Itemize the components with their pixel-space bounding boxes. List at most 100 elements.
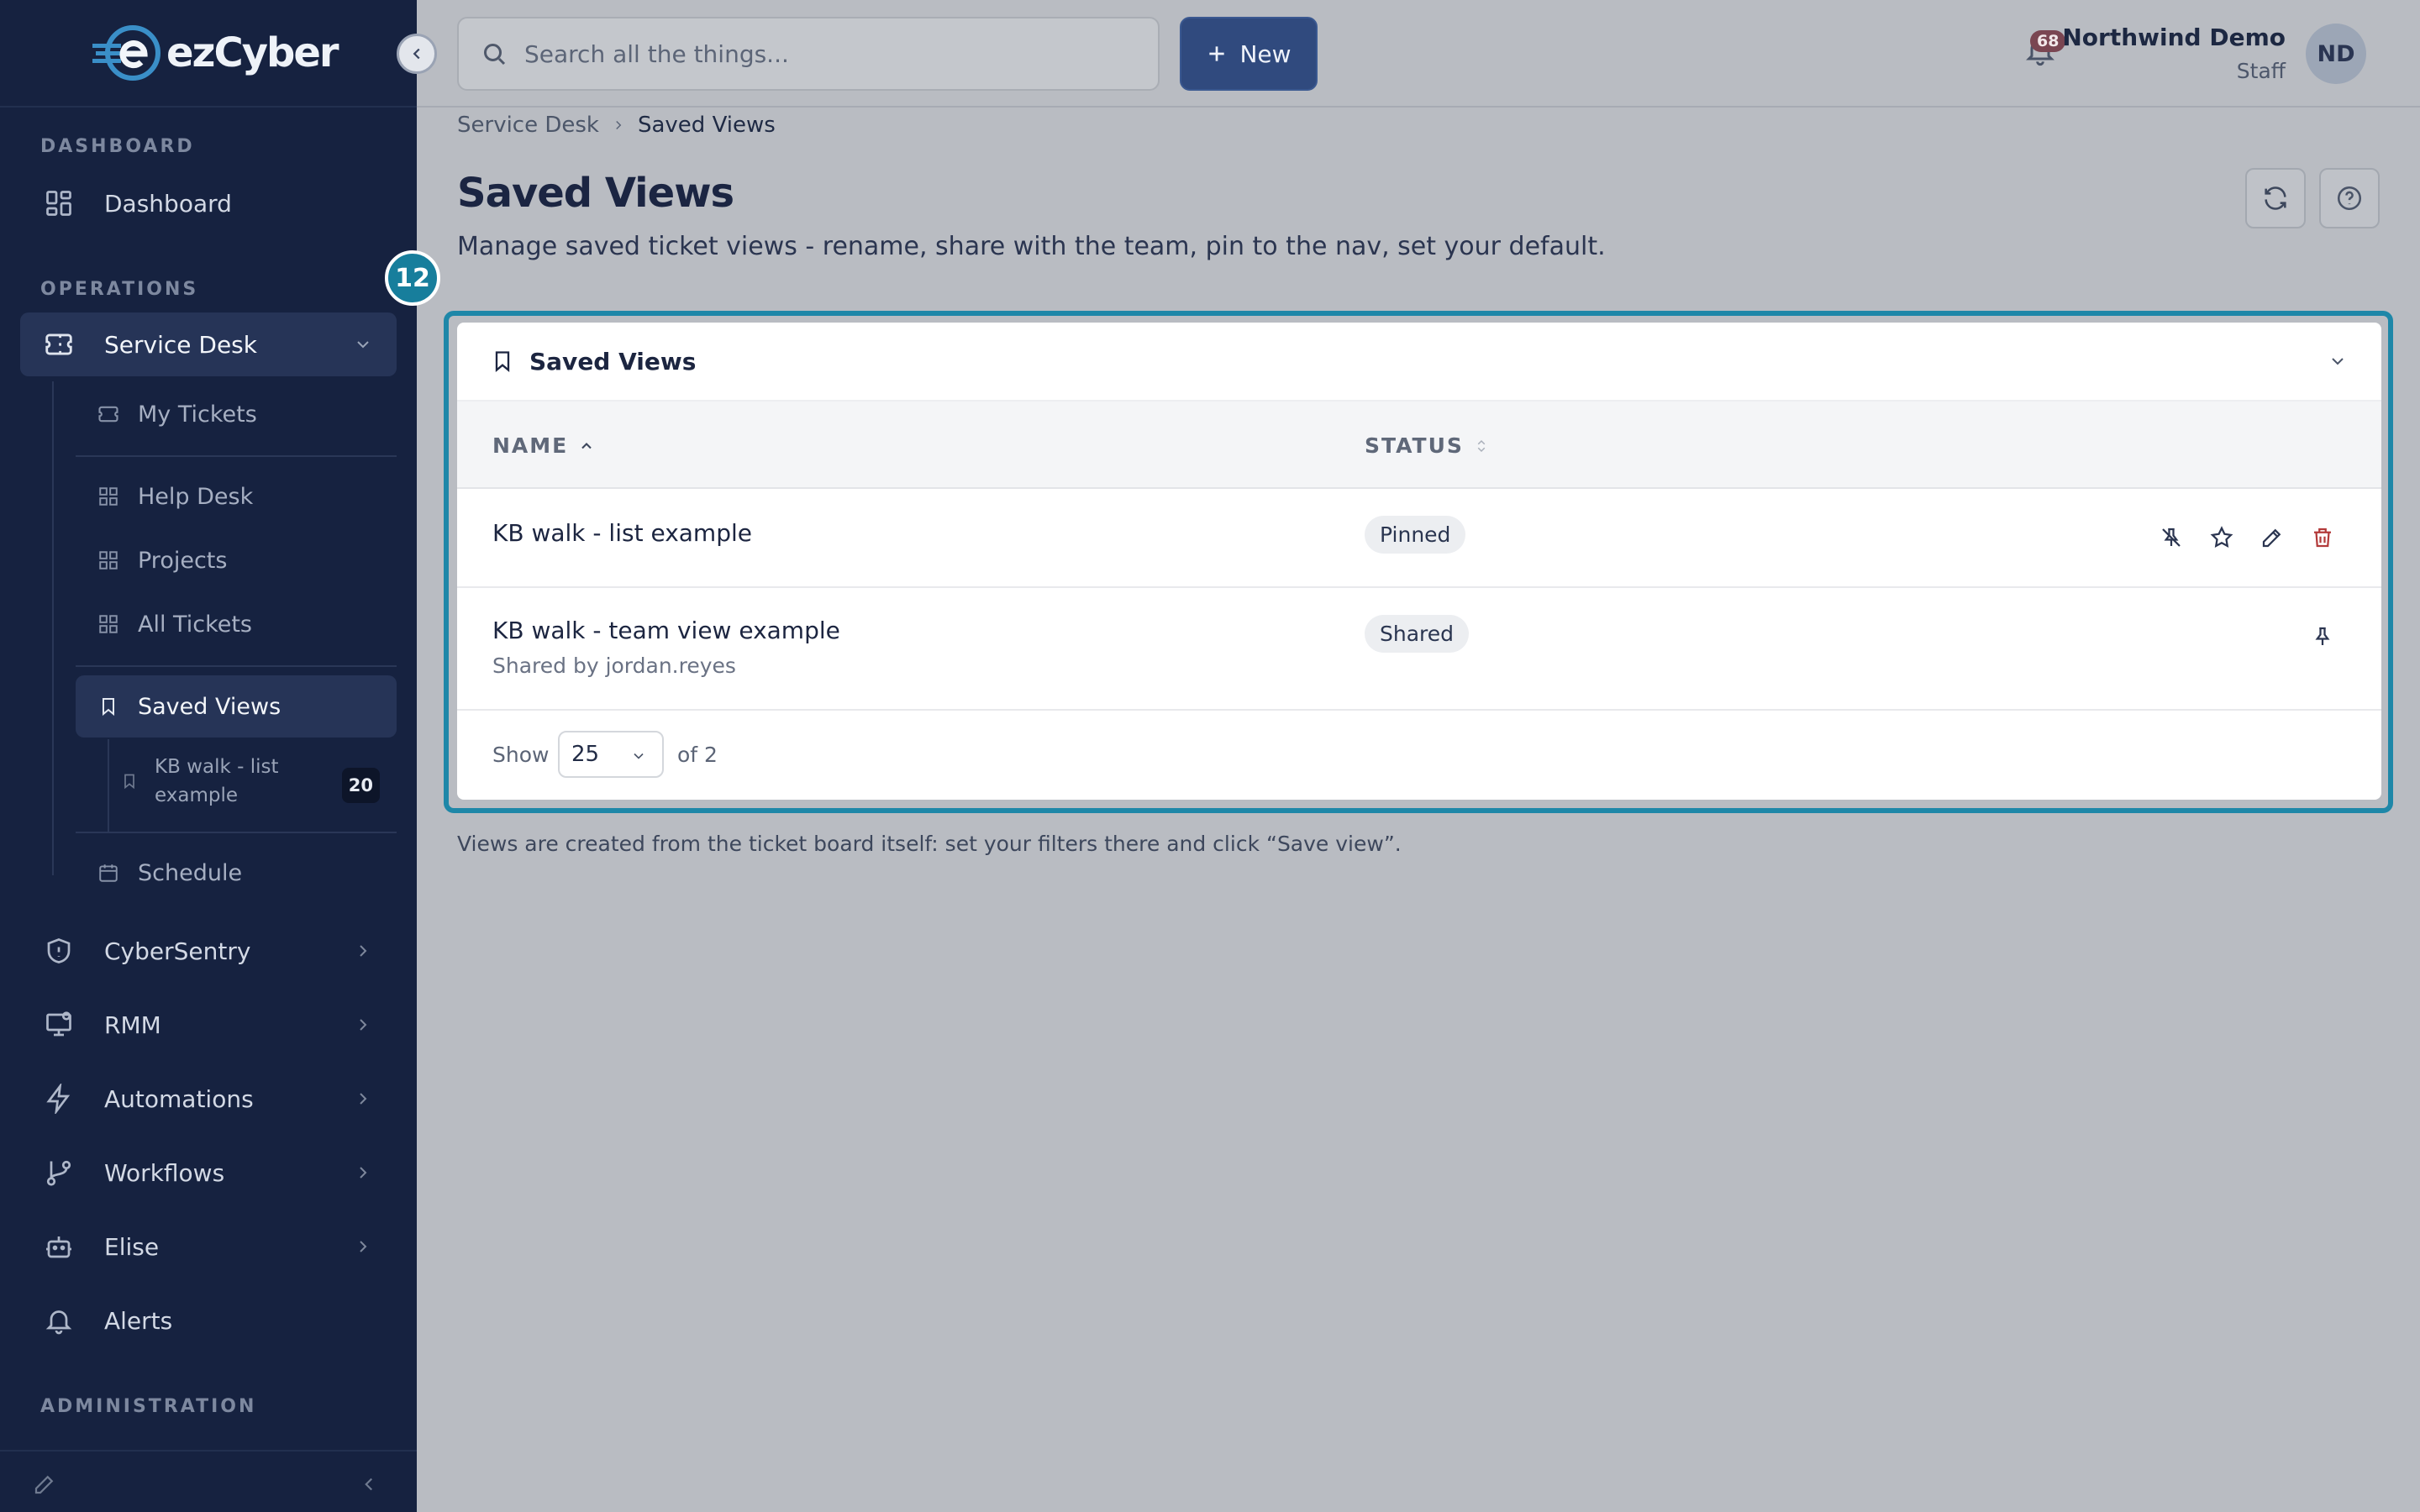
- sidebar: ezCyber DASHBOARD Dashboard OPERATIONS S…: [0, 0, 417, 1512]
- view-name[interactable]: KB walk - list example: [492, 519, 752, 547]
- chevron-down-icon[interactable]: [2328, 351, 2348, 371]
- sidebar-item-rmm[interactable]: RMM: [20, 993, 397, 1057]
- page-subtitle: Manage saved ticket views - rename, shar…: [457, 232, 1606, 261]
- notifications-count-badge: 68: [2030, 30, 2066, 52]
- calendar-icon: [96, 860, 121, 885]
- section-label-administration: ADMINISTRATION: [40, 1396, 257, 1417]
- bookmark-icon: [96, 694, 121, 719]
- trash-icon: [2314, 528, 2331, 548]
- divider: [76, 832, 397, 833]
- lightning-icon: [40, 1080, 77, 1117]
- pin-button[interactable]: [2307, 622, 2338, 652]
- ticket-icon: [40, 326, 77, 363]
- table-row[interactable]: KB walk - team view example Shared by jo…: [457, 588, 2381, 711]
- sidebar-item-label: Dashboard: [104, 189, 232, 218]
- help-icon: [2337, 186, 2362, 211]
- sidebar-item-automations[interactable]: Automations: [20, 1067, 397, 1131]
- table-header: NAME STATUS: [457, 400, 2381, 489]
- logo-text: ezCyber: [166, 29, 339, 76]
- chevron-right-icon: [360, 1019, 367, 1031]
- pagination-footer: Show 25 of 2: [457, 711, 2381, 800]
- sidebar-item-label: My Tickets: [138, 401, 257, 428]
- sidebar-item-all-tickets[interactable]: All Tickets: [76, 593, 397, 655]
- chevron-right-icon: [360, 1241, 367, 1252]
- sidebar-item-label: Alerts: [104, 1306, 173, 1335]
- sidebar-item-dashboard[interactable]: Dashboard: [20, 171, 397, 235]
- grid-icon: [96, 612, 121, 637]
- sidebar-item-service-desk[interactable]: Service Desk: [20, 312, 397, 376]
- sidebar-item-cybersentry[interactable]: CyberSentry: [20, 919, 397, 983]
- sidebar-item-label: Schedule: [138, 859, 243, 886]
- page-size-value: 25: [571, 742, 600, 767]
- sidebar-item-workflows[interactable]: Workflows: [20, 1141, 397, 1205]
- column-header-status[interactable]: STATUS: [1365, 433, 1489, 458]
- sidebar-collapse-button[interactable]: [397, 34, 437, 74]
- sidebar-item-my-tickets[interactable]: My Tickets: [76, 383, 397, 445]
- status-badge: Shared: [1365, 615, 1470, 653]
- breadcrumb-parent[interactable]: Service Desk: [457, 113, 599, 138]
- chevron-left-icon[interactable]: [358, 1473, 380, 1495]
- divider: [76, 665, 397, 667]
- sidebar-item-elise[interactable]: Elise: [20, 1215, 397, 1278]
- card-title: Saved Views: [529, 347, 697, 375]
- rename-button[interactable]: [2257, 522, 2287, 553]
- unpin-button[interactable]: [2156, 522, 2186, 553]
- sidebar-item-schedule[interactable]: Schedule: [76, 842, 397, 904]
- monitor-icon: [40, 1006, 77, 1043]
- pin-icon: [2315, 627, 2330, 645]
- tree-line: [52, 381, 54, 875]
- ezcyber-logo-icon: [92, 25, 160, 81]
- user-role: Staff: [2236, 59, 2286, 83]
- grid-icon: [96, 548, 121, 573]
- search-icon: [484, 44, 506, 66]
- sidebar-item-projects[interactable]: Projects: [76, 529, 397, 591]
- sidebar-item-saved-views[interactable]: Saved Views: [76, 675, 397, 738]
- logo-area: ezCyber: [0, 0, 417, 108]
- breadcrumb: Service Desk Saved Views: [457, 113, 776, 138]
- column-header-name[interactable]: NAME: [492, 433, 595, 458]
- page-title: Saved Views: [457, 170, 734, 217]
- view-name[interactable]: KB walk - team view example: [492, 617, 840, 644]
- sidebar-item-help-desk[interactable]: Help Desk: [76, 465, 397, 528]
- saved-views-card: Saved Views NAME STATUS KB walk - list e…: [457, 323, 2381, 800]
- card-header[interactable]: Saved Views: [457, 323, 2381, 400]
- sidebar-item-label: KB walk - list example: [155, 756, 279, 806]
- section-label-dashboard: DASHBOARD: [40, 136, 195, 157]
- sidebar-item-label: RMM: [104, 1011, 161, 1039]
- search-input[interactable]: Search all the things...: [457, 17, 1160, 91]
- shield-icon: [40, 932, 77, 969]
- show-label: Show: [492, 743, 550, 767]
- avatar[interactable]: ND: [2306, 24, 2366, 84]
- bookmark-icon: [118, 771, 141, 791]
- hint-text: Views are created from the ticket board …: [457, 832, 1402, 856]
- star-icon: [2210, 526, 2233, 548]
- sidebar-item-label: All Tickets: [138, 611, 253, 638]
- column-label: NAME: [492, 433, 569, 458]
- sidebar-item-saved-view-kb-walk[interactable]: KB walk - list example 20: [118, 748, 387, 815]
- topbar: Search all the things... New 68 Northwin…: [417, 0, 2420, 108]
- new-button[interactable]: New: [1180, 17, 1318, 91]
- pencil-icon[interactable]: [32, 1472, 57, 1497]
- sidebar-item-label: CyberSentry: [104, 937, 251, 965]
- divider: [76, 455, 397, 457]
- bookmark-icon: [491, 349, 514, 374]
- grid-icon: [40, 185, 77, 222]
- refresh-icon: [2265, 186, 2286, 210]
- page-size-select[interactable]: 25: [558, 731, 664, 778]
- sort-ascending-icon: [581, 442, 592, 449]
- help-button[interactable]: [2319, 168, 2380, 228]
- branch-icon: [40, 1154, 77, 1191]
- delete-button[interactable]: [2307, 522, 2338, 553]
- chevron-down-icon: [634, 753, 644, 759]
- section-label-operations: OPERATIONS: [40, 279, 199, 300]
- sidebar-item-label: Saved Views: [138, 693, 281, 720]
- sidebar-item-label: Projects: [138, 547, 228, 574]
- new-button-label: New: [1239, 39, 1292, 68]
- table-row[interactable]: KB walk - list example Pinned: [457, 489, 2381, 588]
- set-default-button[interactable]: [2207, 522, 2237, 553]
- logo[interactable]: ezCyber: [91, 22, 339, 84]
- sidebar-item-alerts[interactable]: Alerts: [20, 1289, 397, 1352]
- refresh-button[interactable]: [2245, 168, 2306, 228]
- sidebar-item-label: Help Desk: [138, 483, 254, 510]
- status-badge: Pinned: [1365, 516, 1466, 554]
